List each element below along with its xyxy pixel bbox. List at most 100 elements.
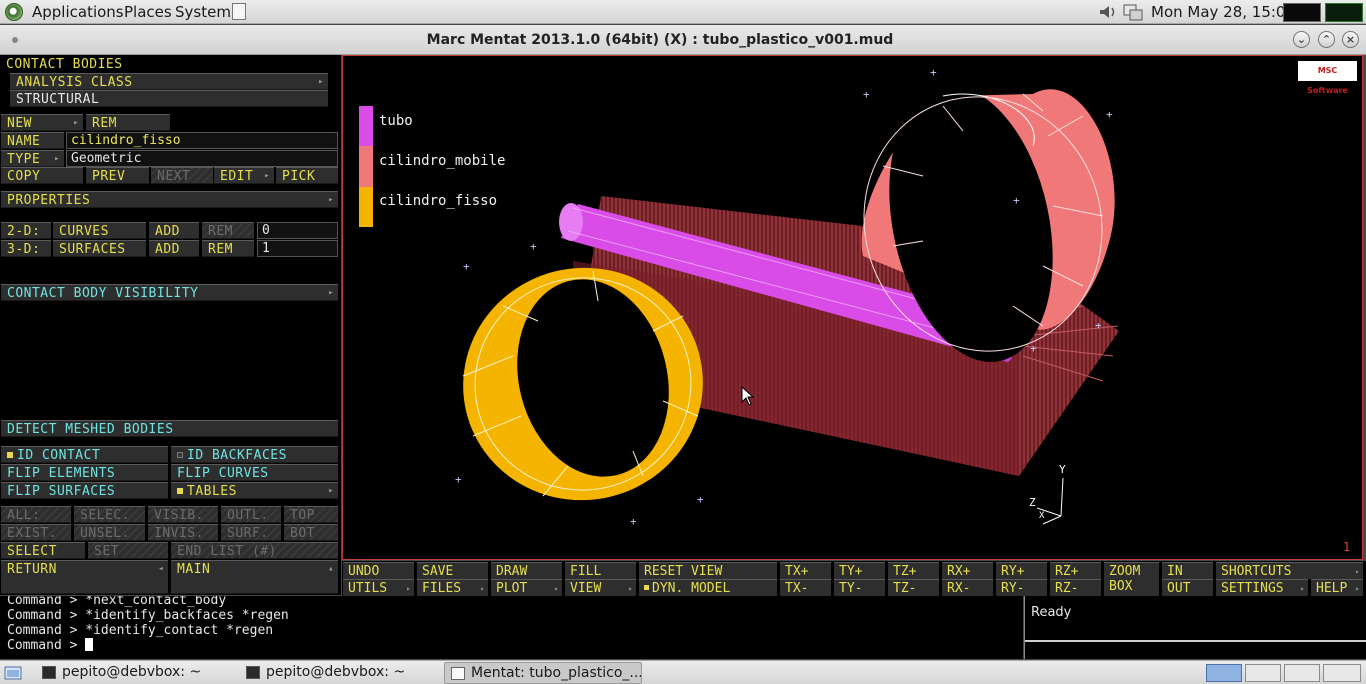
view-button[interactable]: VIEW ▸ [565,579,636,596]
fill-button[interactable]: FILL [565,562,636,579]
rz-plus-button[interactable]: RZ+ [1050,562,1101,579]
maximize-button[interactable]: ⌃ [1318,31,1335,48]
detect-meshed-bodies-button[interactable]: DETECT MESHED BODIES [1,420,338,437]
set-button[interactable]: SET [88,542,168,559]
rx-plus-button[interactable]: RX+ [942,562,993,579]
workspace-3[interactable] [1284,664,1320,682]
pick-button[interactable]: PICK [276,167,338,184]
sel-unsel-button[interactable]: UNSEL. [74,524,145,541]
all-label: ALL: [1,506,71,523]
rem-button[interactable]: REM [86,114,170,131]
draw-button[interactable]: DRAW [491,562,562,579]
sel-outl-button[interactable]: OUTL. [221,506,281,523]
command-input[interactable]: Command > [7,638,1023,653]
task-mentat[interactable]: Mentat: tubo_plastico_... [444,662,642,684]
window-titlebar[interactable]: Marc Mentat 2013.1.0 (64bit) (X) : tubo_… [0,25,1366,55]
ry-plus-button[interactable]: RY+ [996,562,1047,579]
return-button[interactable]: RETURN ◂ [1,560,168,594]
command-history[interactable]: Command > *next_contact_body Command > *… [0,596,1023,659]
help-button[interactable]: HELP ▸ [1311,579,1363,596]
memory-monitor-icon[interactable] [1325,3,1363,22]
settings-button[interactable]: SETTINGS ▸ [1216,579,1308,596]
ty-minus-button[interactable]: TY- [834,579,885,596]
files-button[interactable]: FILES ▸ [417,579,488,596]
minimize-button[interactable]: ⌄ [1293,31,1310,48]
edit-button[interactable]: EDIT ▸ [214,167,274,184]
sel-surf-button[interactable]: SURF. [221,524,281,541]
sel-visib-button[interactable]: VISIB. [148,506,218,523]
prev-button[interactable]: PREV [86,167,149,184]
submenu-arrow-icon: ▸ [73,118,79,128]
command-line: Command > *identify_contact *regen [7,623,274,638]
applet-icon[interactable] [232,3,246,20]
toggle-off-icon [177,452,183,458]
workspace-1[interactable] [1206,664,1242,682]
analysis-class-label: ANALYSIS CLASS [16,75,133,90]
sel-top-button[interactable]: TOP [284,506,338,523]
network-icon[interactable] [1122,3,1144,21]
menu-panel: CONTACT BODIES ANALYSIS CLASS ▸ STRUCTURA… [0,55,341,595]
reset-view-button[interactable]: RESET VIEW [639,562,777,579]
places-menu[interactable]: Places [124,2,172,22]
new-button[interactable]: NEW ▸ [1,114,83,131]
clock[interactable]: Mon May 28, 15:07 [1151,2,1295,22]
command-line: Command > *identify_backfaces *regen [7,608,289,623]
tz-plus-button[interactable]: TZ+ [888,562,939,579]
name-field[interactable]: cilindro_fisso [66,132,338,149]
main-button[interactable]: MAIN ▴ [171,560,338,594]
save-button[interactable]: SAVE [417,562,488,579]
analysis-class-button[interactable]: ANALYSIS CLASS ▸ [10,73,328,90]
svg-text:+: + [1095,319,1102,332]
copy-button[interactable]: COPY [1,167,83,184]
id-contact-toggle[interactable]: ID CONTACT [1,446,168,463]
undo-button[interactable]: UNDO [343,562,414,579]
cpu-monitor-icon[interactable] [1283,3,1321,22]
sel-exist-button[interactable]: EXIST. [1,524,71,541]
show-desktop-icon[interactable] [4,665,22,681]
zoom-out-button[interactable]: OUT [1162,579,1213,596]
ty-plus-button[interactable]: TY+ [834,562,885,579]
tx-plus-button[interactable]: TX+ [780,562,831,579]
rx-minus-button[interactable]: RX- [942,579,993,596]
tables-button[interactable]: TABLES ▸ [171,482,338,499]
surfaces-rem-button[interactable]: REM [202,240,254,257]
zoom-box-button[interactable]: ZOOM BOX [1104,562,1159,596]
curves-add-button[interactable]: ADD [149,222,199,239]
type-button[interactable]: TYPE ▸ [1,150,64,167]
shortcuts-button[interactable]: SHORTCUTS ▸ [1216,562,1363,579]
rz-minus-button[interactable]: RZ- [1050,579,1101,596]
surfaces-add-button[interactable]: ADD [149,240,199,257]
flip-surfaces-button[interactable]: FLIP SURFACES [1,482,168,499]
task-terminal-2[interactable]: pepito@debvbox: ~ [240,662,436,684]
system-menu[interactable]: System [175,2,231,22]
sel-invis-button[interactable]: INVIS. [148,524,218,541]
curves-rem-button[interactable]: REM [202,222,254,239]
plot-button[interactable]: PLOT ▸ [491,579,562,596]
volume-icon[interactable] [1098,4,1118,20]
tx-minus-button[interactable]: TX- [780,579,831,596]
utils-button[interactable]: UTILS ▸ [343,579,414,596]
next-button[interactable]: NEXT [151,167,213,184]
flip-curves-button[interactable]: FLIP CURVES [171,464,338,481]
properties-button[interactable]: PROPERTIES ▸ [1,191,338,208]
task-terminal-1[interactable]: pepito@debvbox: ~ [36,662,232,684]
close-button[interactable]: × [1342,31,1359,48]
id-backfaces-toggle[interactable]: ID BACKFACES [171,446,338,463]
flip-elements-button[interactable]: FLIP ELEMENTS [1,464,168,481]
tz-minus-button[interactable]: TZ- [888,579,939,596]
distro-logo-icon[interactable] [5,3,23,21]
zoom-in-button[interactable]: IN [1162,562,1213,579]
workspace-2[interactable] [1245,664,1281,682]
axis-z-label: Z [1029,496,1036,509]
sel-bot-button[interactable]: BOT [284,524,338,541]
sel-selec-button[interactable]: SELEC. [74,506,145,523]
select-button[interactable]: SELECT [1,542,85,559]
graphics-viewport[interactable]: + + + + + + + + + + + tubo cilindro_mobile ci… [342,55,1363,560]
contact-body-visibility-button[interactable]: CONTACT BODY VISIBILITY ▸ [1,284,338,301]
ry-minus-button[interactable]: RY- [996,579,1047,596]
applications-menu[interactable]: Applications [32,2,124,22]
dyn-model-toggle[interactable]: DYN. MODEL [639,579,777,596]
status-separator [1025,640,1366,642]
workspace-4[interactable] [1323,664,1361,682]
end-list-button[interactable]: END LIST (#) [171,542,338,559]
